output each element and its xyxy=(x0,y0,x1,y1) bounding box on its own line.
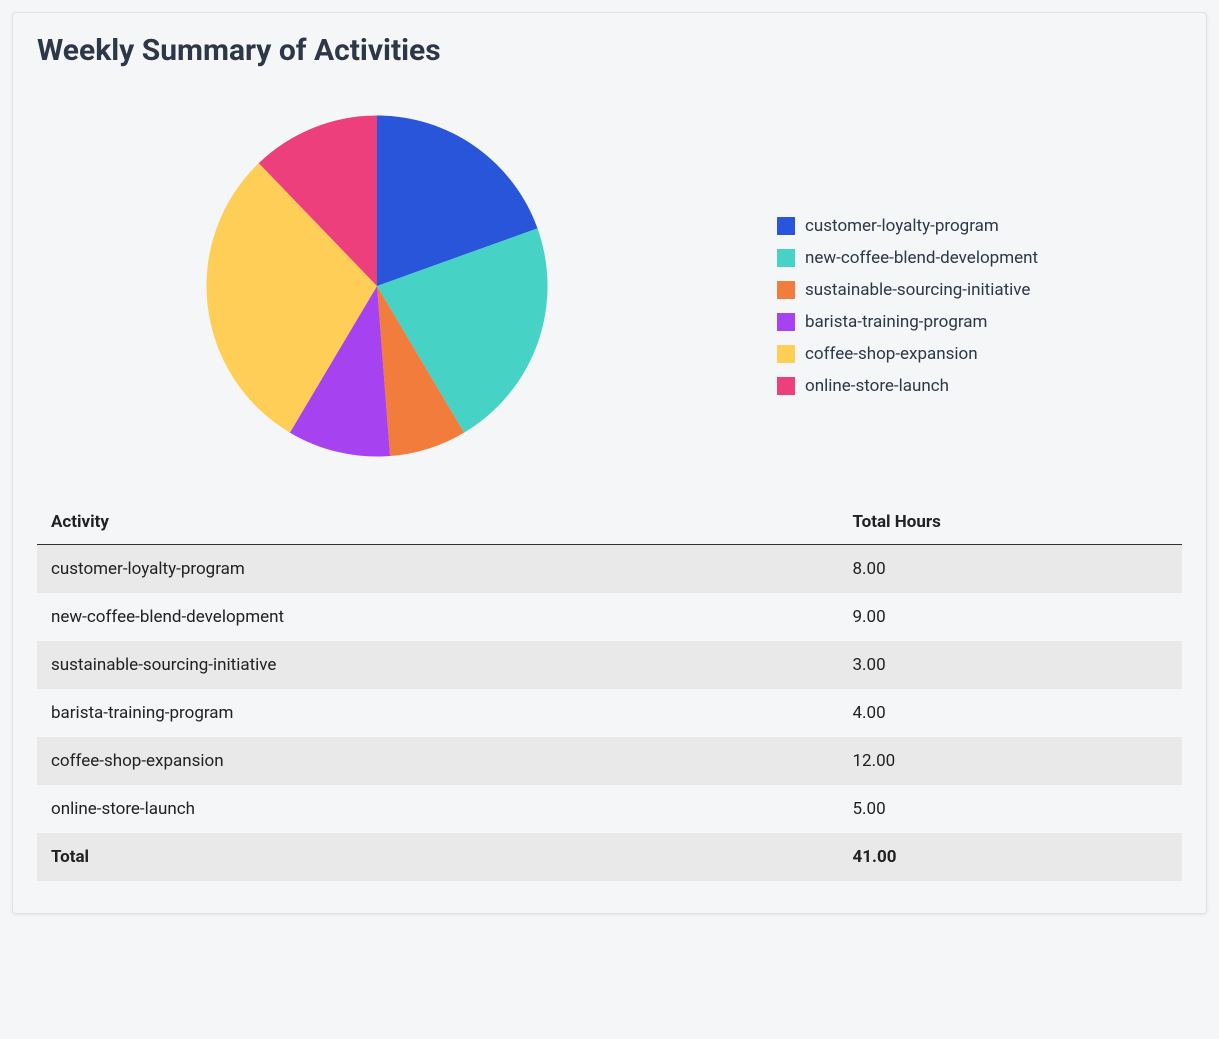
legend-label: sustainable-sourcing-initiative xyxy=(805,280,1030,300)
legend-swatch xyxy=(777,345,795,363)
legend-item[interactable]: customer-loyalty-program xyxy=(777,216,1182,236)
header-activity: Activity xyxy=(37,500,839,545)
cell-hours: 4.00 xyxy=(839,689,1183,737)
cell-activity: sustainable-sourcing-initiative xyxy=(37,641,839,689)
cell-hours: 3.00 xyxy=(839,641,1183,689)
pie-chart xyxy=(203,112,551,460)
legend-label: customer-loyalty-program xyxy=(805,216,999,236)
cell-activity: online-store-launch xyxy=(37,785,839,833)
activity-table: Activity Total Hours customer-loyalty-pr… xyxy=(37,500,1182,881)
table-row: customer-loyalty-program 8.00 xyxy=(37,545,1182,594)
header-hours: Total Hours xyxy=(839,500,1183,545)
summary-card: Weekly Summary of Activities customer-lo… xyxy=(12,12,1207,914)
cell-hours: 8.00 xyxy=(839,545,1183,594)
legend-swatch xyxy=(777,313,795,331)
legend-swatch xyxy=(777,217,795,235)
cell-activity: coffee-shop-expansion xyxy=(37,737,839,785)
legend-item[interactable]: coffee-shop-expansion xyxy=(777,344,1182,364)
legend-label: coffee-shop-expansion xyxy=(805,344,978,364)
table-header-row: Activity Total Hours xyxy=(37,500,1182,545)
cell-total-hours: 41.00 xyxy=(839,833,1183,881)
chart-area: customer-loyalty-program new-coffee-blend… xyxy=(37,92,1182,500)
cell-total-label: Total xyxy=(37,833,839,881)
pie-chart-wrap xyxy=(37,112,717,460)
legend-item[interactable]: new-coffee-blend-development xyxy=(777,248,1182,268)
chart-legend: customer-loyalty-program new-coffee-blend… xyxy=(777,176,1182,396)
legend-item[interactable]: online-store-launch xyxy=(777,376,1182,396)
table-total-row: Total 41.00 xyxy=(37,833,1182,881)
cell-activity: customer-loyalty-program xyxy=(37,545,839,594)
legend-item[interactable]: barista-training-program xyxy=(777,312,1182,332)
table-row: coffee-shop-expansion 12.00 xyxy=(37,737,1182,785)
cell-activity: new-coffee-blend-development xyxy=(37,593,839,641)
cell-activity: barista-training-program xyxy=(37,689,839,737)
table-row: barista-training-program 4.00 xyxy=(37,689,1182,737)
cell-hours: 5.00 xyxy=(839,785,1183,833)
table-row: online-store-launch 5.00 xyxy=(37,785,1182,833)
cell-hours: 9.00 xyxy=(839,593,1183,641)
legend-label: new-coffee-blend-development xyxy=(805,248,1038,268)
table-row: new-coffee-blend-development 9.00 xyxy=(37,593,1182,641)
card-title: Weekly Summary of Activities xyxy=(37,33,1182,68)
legend-swatch xyxy=(777,249,795,267)
table-row: sustainable-sourcing-initiative 3.00 xyxy=(37,641,1182,689)
legend-label: online-store-launch xyxy=(805,376,949,396)
legend-label: barista-training-program xyxy=(805,312,987,332)
legend-swatch xyxy=(777,281,795,299)
legend-item[interactable]: sustainable-sourcing-initiative xyxy=(777,280,1182,300)
cell-hours: 12.00 xyxy=(839,737,1183,785)
legend-swatch xyxy=(777,377,795,395)
